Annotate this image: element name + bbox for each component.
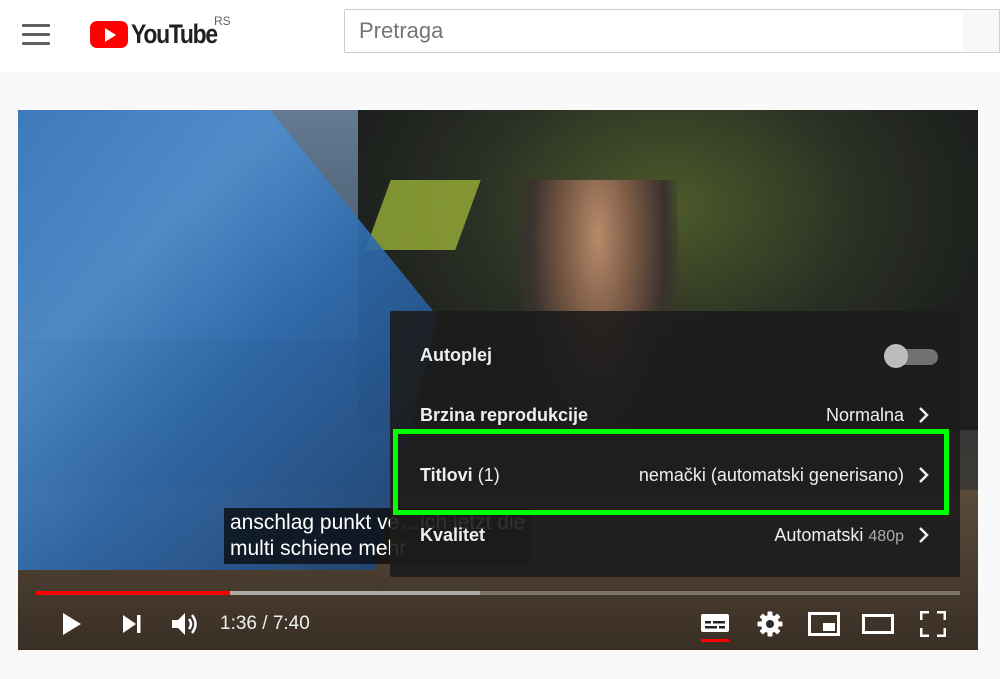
closed-captions-icon [701, 614, 729, 632]
chevron-right-icon [919, 407, 929, 423]
menu-item-quality[interactable]: Kvalitet Automatski 480p [390, 505, 960, 565]
playback-speed-label: Brzina reprodukcije [420, 404, 589, 425]
logo-text: YouTube [131, 18, 218, 49]
progress-played [36, 591, 231, 595]
menu-item-subtitles[interactable]: Titlovi (1) nemački (automatski generisa… [390, 445, 960, 505]
chevron-right-icon [919, 467, 929, 483]
volume-button[interactable] [166, 600, 206, 648]
subtitles-button[interactable] [698, 600, 732, 648]
miniplayer-icon [808, 612, 840, 636]
hamburger-menu-icon[interactable] [22, 24, 50, 45]
fullscreen-icon [920, 611, 946, 637]
youtube-play-logo-icon [90, 20, 128, 48]
menu-item-autoplay[interactable]: Autoplej [390, 325, 960, 385]
playback-speed-value: Normalna [825, 404, 904, 425]
quality-value: Automatski 480p [774, 524, 904, 545]
subtitles-value: nemački (automatski generisano) [638, 464, 904, 485]
subtitles-count: (1) [477, 464, 500, 485]
masthead: YouTube RS [0, 0, 1000, 72]
time-display: 1:36 / 7:40 [220, 600, 310, 648]
autoplay-toggle[interactable] [884, 344, 938, 368]
time-separator: / [256, 613, 273, 634]
theater-mode-icon [862, 614, 894, 634]
search-button[interactable] [963, 9, 1000, 53]
autoplay-label: Autoplej [420, 344, 492, 365]
video-player[interactable]: anschlag punkt ve…ich jetzt die multi sc… [18, 110, 978, 650]
country-code: RS [214, 14, 231, 28]
player-controls: 1:36 / 7:40 [18, 600, 978, 648]
skip-next-icon [123, 615, 141, 633]
time-current: 1:36 [220, 613, 257, 634]
theater-mode-button[interactable] [858, 600, 898, 648]
play-button[interactable] [52, 600, 92, 648]
volume-icon [172, 613, 197, 635]
time-total: 7:40 [272, 613, 310, 634]
menu-item-playback-speed[interactable]: Brzina reprodukcije Normalna [390, 385, 960, 445]
subtitles-label: Titlovi (1) [420, 464, 500, 485]
progress-bar[interactable] [36, 591, 960, 595]
settings-button[interactable] [752, 600, 788, 648]
youtube-logo[interactable]: YouTube RS [90, 14, 232, 54]
quality-label: Kvalitet [420, 524, 486, 545]
settings-menu: Autoplej Brzina reprodukcije Normalna Ti… [390, 311, 960, 577]
play-icon [63, 613, 81, 635]
chevron-right-icon [919, 527, 929, 543]
search-input[interactable] [344, 9, 964, 53]
captions-active-indicator [701, 639, 729, 642]
next-button[interactable] [114, 600, 150, 648]
quality-resolution: 480p [868, 527, 904, 545]
miniplayer-button[interactable] [804, 600, 844, 648]
gear-icon [757, 611, 783, 637]
fullscreen-button[interactable] [914, 600, 952, 648]
